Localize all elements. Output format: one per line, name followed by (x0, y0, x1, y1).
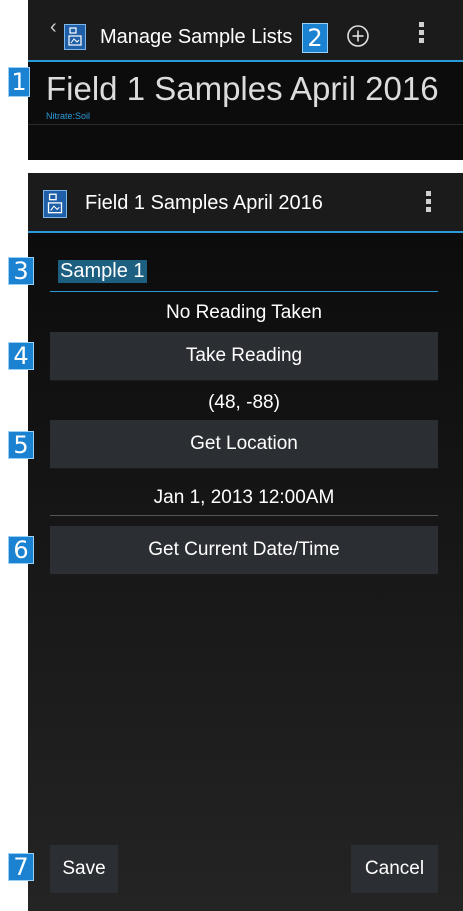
chevron-left-icon[interactable]: ‹ (50, 16, 57, 39)
reading-status: No Reading Taken (166, 302, 322, 323)
action-bar-title: Field 1 Samples April 2016 (85, 192, 323, 214)
sample-list-item[interactable]: Field 1 Samples April 2016 Nitrate:Soil (28, 64, 463, 125)
sample-name-input[interactable]: Sample 1 (50, 257, 438, 292)
sample-list-title: Field 1 Samples April 2016 (46, 70, 439, 107)
location-value: (48, -88) (208, 392, 280, 413)
sample-list-subtitle: Nitrate:Soil (46, 111, 91, 121)
sample-name-value: Sample 1 (58, 260, 147, 283)
cancel-button[interactable]: Cancel (351, 845, 438, 893)
app-icon[interactable] (64, 24, 86, 50)
callout-badge-4: 4 (8, 342, 34, 370)
app-icon[interactable] (43, 190, 67, 218)
callout-badge-3: 3 (8, 257, 34, 285)
take-reading-button[interactable]: Take Reading (50, 332, 438, 381)
callout-badge-5: 5 (8, 431, 34, 459)
overflow-menu-icon[interactable] (426, 191, 432, 215)
save-button[interactable]: Save (50, 845, 118, 893)
callout-badge-7: 7 (8, 853, 34, 881)
callout-badge-6: 6 (8, 536, 34, 564)
action-bar-title: Manage Sample Lists (100, 26, 293, 48)
manage-lists-screen: ‹ Manage Sample Lists Field 1 Samples Ap… (28, 0, 463, 160)
action-bar: Field 1 Samples April 2016 (28, 173, 463, 233)
edit-sample-screen: Field 1 Samples April 2016 Sample 1 No R… (28, 173, 463, 911)
plus-circle-icon (347, 25, 369, 47)
add-list-button[interactable] (346, 24, 370, 48)
get-location-button[interactable]: Get Location (50, 420, 438, 469)
datetime-value[interactable]: Jan 1, 2013 12:00AM (50, 487, 438, 516)
get-datetime-button[interactable]: Get Current Date/Time (50, 526, 438, 575)
action-bar: ‹ Manage Sample Lists (28, 0, 463, 62)
callout-badge-1: 1 (8, 67, 30, 97)
overflow-menu-icon[interactable] (419, 22, 425, 46)
callout-badge-2: 2 (302, 23, 328, 53)
